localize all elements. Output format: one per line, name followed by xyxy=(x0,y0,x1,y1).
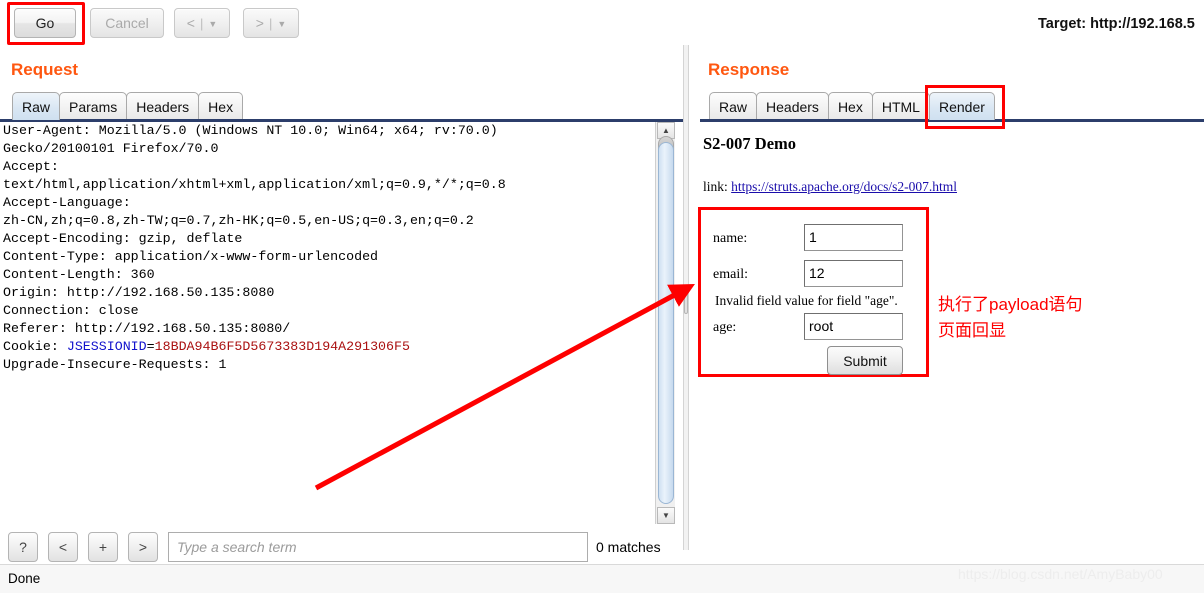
submit-button[interactable]: Submit xyxy=(827,346,903,375)
payload-value-email: 12 xyxy=(107,521,123,522)
request-raw-editor[interactable]: User-Agent: Mozilla/5.0 (Windows NT 10.0… xyxy=(0,122,660,522)
response-tab-headers[interactable]: Headers xyxy=(756,92,829,120)
response-tab-hex-label: Hex xyxy=(837,98,863,115)
forward-chevron-down-icon[interactable]: ▼ xyxy=(277,19,286,29)
submit-button-label: Submit xyxy=(843,352,887,369)
next-match-button[interactable]: > xyxy=(128,532,158,562)
request-tab-params[interactable]: Params xyxy=(59,92,128,120)
previous-match-button[interactable]: < xyxy=(48,532,78,562)
forward-arrow-icon: > xyxy=(255,15,264,31)
payload-param-age: age xyxy=(131,521,155,522)
request-tab-strip: Raw Params Headers Hex xyxy=(12,92,244,120)
back-arrow-icon: < xyxy=(186,15,195,31)
age-input[interactable]: root xyxy=(804,313,903,340)
cookie-value: 18BDA94B6F5D5673383D194A291306F5 xyxy=(154,339,410,354)
link-prefix-label: link: xyxy=(703,179,732,194)
request-tab-headers[interactable]: Headers xyxy=(126,92,200,120)
cookie-line: Cookie: JSESSIONID=18BDA94B6F5D5673383D1… xyxy=(3,339,410,354)
previous-match-label: < xyxy=(58,539,68,555)
scroll-down-arrow-icon[interactable]: ▼ xyxy=(657,507,675,524)
add-search-button[interactable]: + xyxy=(88,532,118,562)
demo-link-row: link: https://struts.apache.org/docs/s2-… xyxy=(703,179,957,195)
response-tab-raw-label: Raw xyxy=(719,98,748,115)
response-tab-render[interactable]: Render xyxy=(928,92,995,120)
request-headers-text: User-Agent: Mozilla/5.0 (Windows NT 10.0… xyxy=(3,122,506,374)
payload-seg-1: %27+%2B+%28%23_memberAccess%5B%22allowSt… xyxy=(163,521,570,522)
chinese-annotation-note: 执行了payload语句 页面回显 xyxy=(938,295,1083,340)
match-count-label: 0 matches xyxy=(596,539,661,555)
request-tab-hex-label: Hex xyxy=(208,98,234,115)
age-field-label: age: xyxy=(713,320,737,335)
top-toolbar: Go Cancel < | ▼ > | ▼ Target: http://192… xyxy=(0,0,1204,46)
request-tab-headers-label: Headers xyxy=(136,98,190,115)
request-tab-raw-label: Raw xyxy=(22,98,51,115)
name-input[interactable]: 1 xyxy=(804,224,903,251)
back-separator: | xyxy=(199,15,204,31)
search-input[interactable]: Type a search term xyxy=(168,532,588,562)
request-panel-title: Request xyxy=(11,60,79,79)
forward-button[interactable]: > | ▼ xyxy=(243,8,299,38)
name-field-label: name: xyxy=(713,231,748,246)
next-match-label: > xyxy=(138,539,148,555)
forward-separator: | xyxy=(268,15,273,31)
cookie-equals: = xyxy=(146,339,155,354)
add-search-label: + xyxy=(98,539,108,555)
payload-param-name: name xyxy=(3,521,35,522)
response-tab-hex[interactable]: Hex xyxy=(827,92,873,120)
target-label: Target: http://192.168.5 xyxy=(1038,16,1195,32)
response-panel-title: Response xyxy=(708,60,790,79)
response-tab-render-label: Render xyxy=(938,98,985,115)
go-button-label: Go xyxy=(35,15,55,31)
struts-doc-link[interactable]: https://struts.apache.org/docs/s2-007.ht… xyxy=(731,179,957,194)
email-field-label: email: xyxy=(713,267,748,282)
cancel-button-label: Cancel xyxy=(105,15,149,31)
email-input[interactable]: 12 xyxy=(804,260,903,287)
age-field-error-message: Invalid field value for field "age". xyxy=(715,293,898,308)
payload-param-email: email xyxy=(59,521,99,522)
response-tab-strip: Raw Headers Hex HTML Render xyxy=(709,92,995,120)
response-tab-headers-label: Headers xyxy=(766,98,819,115)
cancel-button[interactable]: Cancel xyxy=(90,8,164,38)
go-button[interactable]: Go xyxy=(14,8,76,38)
help-button[interactable]: ? xyxy=(8,532,38,562)
request-tab-raw[interactable]: Raw xyxy=(12,92,61,120)
watermark-text: https://blog.csdn.net/AmyBaby00 xyxy=(958,566,1163,582)
upgrade-insecure-line: Upgrade-Insecure-Requests: 1 xyxy=(3,357,227,372)
scrollbar-thumb[interactable] xyxy=(658,142,674,504)
request-headers-block: User-Agent: Mozilla/5.0 (Windows NT 10.0… xyxy=(3,123,506,336)
back-chevron-down-icon[interactable]: ▼ xyxy=(208,19,217,29)
demo-form-highlight-annotation: name: 1 email: 12 Invalid field value fo… xyxy=(698,207,929,377)
request-tab-hex[interactable]: Hex xyxy=(198,92,244,120)
help-button-label: ? xyxy=(19,539,27,555)
status-text: Done xyxy=(8,571,41,586)
request-tab-params-label: Params xyxy=(69,98,118,115)
cookie-label: Cookie: xyxy=(3,339,67,354)
request-body-payload: name=1&email=12&age=%27+%2B+%28%23_membe… xyxy=(3,520,570,522)
cookie-key: JSESSIONID xyxy=(66,339,147,354)
back-button[interactable]: < | ▼ xyxy=(174,8,230,38)
response-tab-raw[interactable]: Raw xyxy=(709,92,758,120)
payload-value-name: 1 xyxy=(43,521,51,522)
request-scrollbar[interactable]: ▲ ▼ xyxy=(655,122,675,524)
panel-splitter-grip[interactable] xyxy=(684,288,688,314)
response-tab-html-label: HTML xyxy=(881,98,920,115)
demo-page-heading: S2-007 Demo xyxy=(703,134,797,153)
response-tab-html[interactable]: HTML xyxy=(871,92,930,120)
